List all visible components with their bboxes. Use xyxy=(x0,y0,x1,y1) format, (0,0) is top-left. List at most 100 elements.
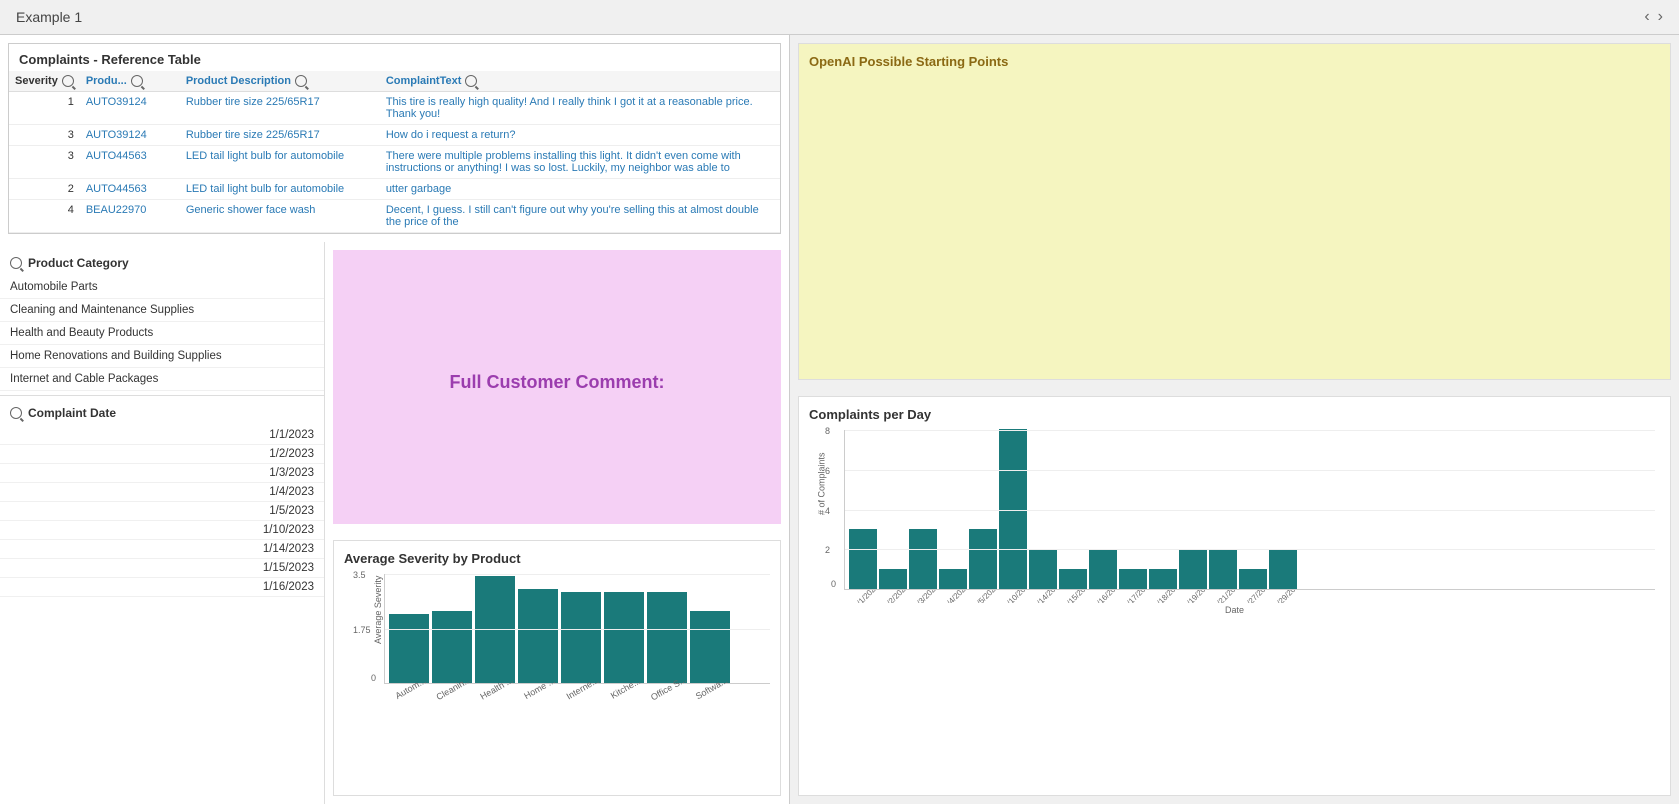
avg-severity-bar xyxy=(690,611,730,683)
cell-description: Rubber tire size 225/65R17 xyxy=(180,92,380,125)
col-complaint: ComplaintText xyxy=(380,71,780,92)
title-bar: Example 1 ‹ › xyxy=(0,0,1679,35)
complaints-table: Severity Produ... xyxy=(9,71,780,233)
cpd-bar-label: 1/3/2023 xyxy=(912,590,938,603)
date-list-item[interactable]: 1/2/2023 xyxy=(0,445,324,464)
cell-severity: 3 xyxy=(9,146,80,179)
avg-severity-chart-section: Average Severity by Product Average Seve… xyxy=(333,540,781,796)
cpd-bar-label: 1/5/2023 xyxy=(972,590,998,603)
cpd-bar xyxy=(1119,569,1147,589)
cpd-bar-label: 1/14/2023 xyxy=(1032,590,1058,603)
cpd-chart: # of Complaints 8 6 4 2 0 xyxy=(809,430,1660,650)
cell-product: AUTO39124 xyxy=(80,125,180,146)
table-row[interactable]: 3 AUTO39124 Rubber tire size 225/65R17 H… xyxy=(9,125,780,146)
product-search-icon[interactable] xyxy=(131,75,143,87)
complaint-date-section-title: Complaint Date xyxy=(0,400,324,426)
cpd-bar-label: 1/27/2023 xyxy=(1242,590,1268,603)
right-panel: OpenAI Possible Starting Points Complain… xyxy=(790,35,1679,804)
reference-table-title: Complaints - Reference Table xyxy=(9,44,780,71)
complaints-per-day-section: Complaints per Day # of Complaints 8 6 4 xyxy=(798,396,1671,796)
date-list: 1/1/20231/2/20231/3/20231/4/20231/5/2023… xyxy=(0,426,324,597)
avg-severity-bar xyxy=(561,592,601,683)
date-list-item[interactable]: 1/4/2023 xyxy=(0,483,324,502)
cpd-title: Complaints per Day xyxy=(809,407,1660,422)
cpd-bar xyxy=(879,569,907,589)
category-list-item[interactable]: Health and Beauty Products xyxy=(0,322,324,345)
cell-description: Rubber tire size 225/65R17 xyxy=(180,125,380,146)
cpd-bar-label: 1/16/2023 xyxy=(1092,590,1118,603)
cell-severity: 4 xyxy=(9,200,80,233)
cpd-bar-label: 1/1/2023 xyxy=(852,590,878,603)
cpd-bar xyxy=(1149,569,1177,589)
table-row[interactable]: 3 AUTO44563 LED tail light bulb for auto… xyxy=(9,146,780,179)
cell-description: LED tail light bulb for automobile xyxy=(180,179,380,200)
product-category-search-icon[interactable] xyxy=(10,257,22,269)
cpd-bar-label: 1/29/2023 xyxy=(1272,590,1298,603)
severity-search-icon[interactable] xyxy=(62,75,74,87)
cell-severity: 2 xyxy=(9,179,80,200)
severity-label: Severity xyxy=(15,75,58,87)
app-title: Example 1 xyxy=(16,9,82,25)
avg-severity-y-axis-label: Average Severity xyxy=(373,576,383,644)
cpd-bar xyxy=(1269,549,1297,589)
cpd-bar xyxy=(1059,569,1087,589)
product-label: Produ... xyxy=(86,75,127,87)
avg-severity-bar xyxy=(604,592,644,683)
cpd-bar-label: 1/18/2023 xyxy=(1152,590,1178,603)
cpd-bar-label: 1/15/2023 xyxy=(1062,590,1088,603)
date-list-item[interactable]: 1/15/2023 xyxy=(0,559,324,578)
table-row[interactable]: 2 AUTO44563 LED tail light bulb for auto… xyxy=(9,179,780,200)
date-list-item[interactable]: 1/3/2023 xyxy=(0,464,324,483)
date-list-item[interactable]: 1/10/2023 xyxy=(0,521,324,540)
table-wrapper[interactable]: Severity Produ... xyxy=(9,71,780,233)
complaint-date-label: Complaint Date xyxy=(28,406,116,420)
description-search-icon[interactable] xyxy=(295,75,307,87)
cpd-bar xyxy=(969,529,997,589)
complaint-label: ComplaintText xyxy=(386,75,462,87)
reference-table-section: Complaints - Reference Table Severity xyxy=(8,43,781,234)
cell-description: Generic shower face wash xyxy=(180,200,380,233)
openai-section: OpenAI Possible Starting Points xyxy=(798,43,1671,380)
cell-product: AUTO39124 xyxy=(80,92,180,125)
cell-complaint: utter garbage xyxy=(380,179,780,200)
bottom-section: Product Category Automobile PartsCleanin… xyxy=(0,242,789,804)
cpd-bar xyxy=(1239,569,1267,589)
category-list-item[interactable]: Internet and Cable Packages xyxy=(0,368,324,391)
complaint-date-search-icon[interactable] xyxy=(10,407,22,419)
category-list-item[interactable]: Home Renovations and Building Supplies xyxy=(0,345,324,368)
avg-severity-bar xyxy=(518,589,558,683)
cpd-bar-label: 1/17/2023 xyxy=(1122,590,1148,603)
main-layout: Complaints - Reference Table Severity xyxy=(0,35,1679,804)
date-list-item[interactable]: 1/16/2023 xyxy=(0,578,324,597)
date-list-item[interactable]: 1/14/2023 xyxy=(0,540,324,559)
full-comment-box: Full Customer Comment: xyxy=(333,250,781,524)
cpd-bar-label: 1/2/2023 xyxy=(882,590,908,603)
cpd-bar xyxy=(1029,549,1057,589)
table-body: 1 AUTO39124 Rubber tire size 225/65R17 T… xyxy=(9,92,780,233)
date-list-item[interactable]: 1/5/2023 xyxy=(0,502,324,521)
product-category-label: Product Category xyxy=(28,256,129,270)
cpd-bar-label: 1/10/2023 xyxy=(1002,590,1028,603)
avg-severity-bar xyxy=(475,576,515,683)
complaint-search-icon[interactable] xyxy=(465,75,477,87)
avg-severity-chart-container: Average Severity 3.5 1.75 0 xyxy=(344,574,770,714)
category-list: Automobile PartsCleaning and Maintenance… xyxy=(0,276,324,391)
category-list-item[interactable]: Cleaning and Maintenance Supplies xyxy=(0,299,324,322)
cpd-bar xyxy=(1089,549,1117,589)
cpd-bar xyxy=(939,569,967,589)
cpd-bar xyxy=(849,529,877,589)
cpd-bar-label: 1/21/2023 xyxy=(1212,590,1238,603)
next-button[interactable]: › xyxy=(1658,8,1663,26)
col-description: Product Description xyxy=(180,71,380,92)
cell-product: BEAU22970 xyxy=(80,200,180,233)
date-list-item[interactable]: 1/1/2023 xyxy=(0,426,324,445)
table-row[interactable]: 4 BEAU22970 Generic shower face wash Dec… xyxy=(9,200,780,233)
prev-button[interactable]: ‹ xyxy=(1644,8,1649,26)
filter-sidebar: Product Category Automobile PartsCleanin… xyxy=(0,242,325,804)
cell-complaint: Decent, I guess. I still can't figure ou… xyxy=(380,200,780,233)
category-list-item[interactable]: Automobile Parts xyxy=(0,276,324,299)
cell-product: AUTO44563 xyxy=(80,179,180,200)
avg-severity-bar xyxy=(647,592,687,683)
cpd-bar-label: 1/4/2023 xyxy=(942,590,968,603)
table-row[interactable]: 1 AUTO39124 Rubber tire size 225/65R17 T… xyxy=(9,92,780,125)
